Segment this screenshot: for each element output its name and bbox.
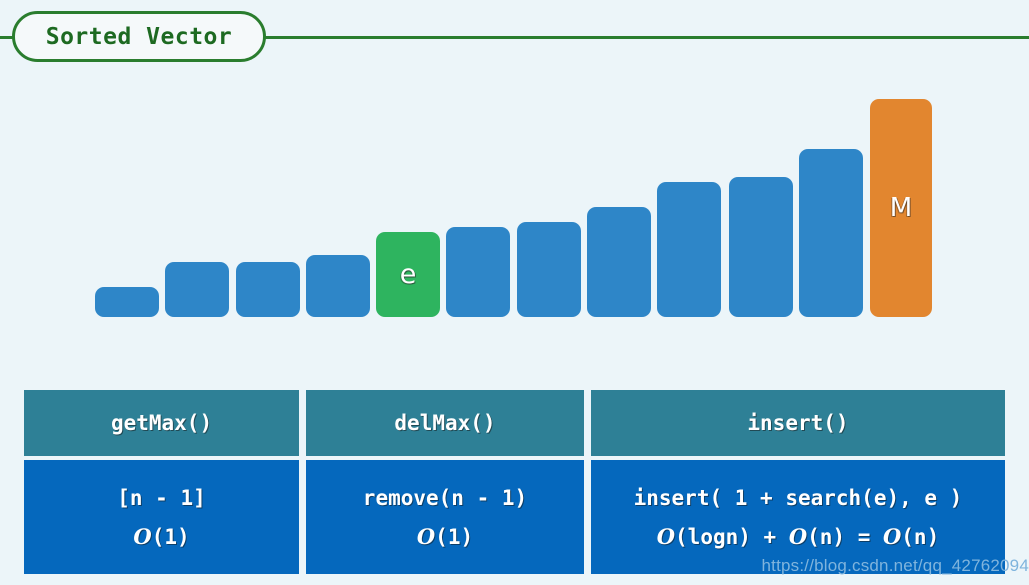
bar-5 xyxy=(446,227,510,317)
table-header-delmax-label: delMax() xyxy=(394,411,496,435)
table-header-getmax: getMax() xyxy=(24,390,300,456)
big-o-symbol: O xyxy=(788,523,808,549)
title-badge: Sorted Vector xyxy=(12,11,266,62)
insert-complexity-part3: (n) xyxy=(901,524,940,549)
bar-10 xyxy=(799,149,863,317)
insert-complexity-part2: (n) = xyxy=(807,524,883,549)
insert-complexity-part1: (logn) + xyxy=(675,524,789,549)
column-divider xyxy=(299,390,306,456)
getmax-expression: [n - 1] xyxy=(117,485,206,510)
table-header-row: getMax() delMax() insert() xyxy=(24,390,1005,456)
column-divider xyxy=(584,390,591,456)
bar-M: M xyxy=(870,99,932,317)
delmax-complexity: O(1) xyxy=(417,524,473,549)
getmax-complexity-arg: (1) xyxy=(151,524,190,549)
bar-2 xyxy=(236,262,300,317)
table-header-insert-label: insert() xyxy=(747,411,849,435)
complexity-table: getMax() delMax() insert() [n - 1] O(1) … xyxy=(24,390,1005,574)
table-cell-getmax: [n - 1] O(1) xyxy=(24,460,300,574)
big-o-symbol: O xyxy=(416,523,436,549)
bar-9 xyxy=(729,177,793,317)
watermark: https://blog.csdn.net/qq_42762094 xyxy=(761,556,1029,575)
bar-e: e xyxy=(376,232,440,317)
page-title: Sorted Vector xyxy=(45,23,233,50)
delmax-expression: remove(n - 1) xyxy=(362,485,528,510)
big-o-symbol: O xyxy=(133,523,152,549)
column-divider xyxy=(584,460,591,574)
big-o-symbol: O xyxy=(656,523,676,549)
bar-chart: eM xyxy=(0,75,1029,365)
column-divider xyxy=(299,460,306,574)
bar-6 xyxy=(517,222,581,317)
delmax-complexity-arg: (1) xyxy=(435,524,474,549)
table-cell-delmax: remove(n - 1) O(1) xyxy=(305,460,584,574)
bar-label-e: e xyxy=(399,259,417,290)
big-o-symbol: O xyxy=(882,523,902,549)
table-header-insert: insert() xyxy=(590,390,1005,456)
insert-complexity: O(logn) + O(n) = O(n) xyxy=(657,524,939,549)
bar-0 xyxy=(95,287,159,317)
getmax-complexity: O(1) xyxy=(133,524,189,549)
bar-1 xyxy=(165,262,229,317)
header: Sorted Vector xyxy=(0,0,1029,75)
bar-8 xyxy=(657,182,721,317)
bar-7 xyxy=(587,207,651,317)
bar-3 xyxy=(306,255,370,317)
table-header-delmax: delMax() xyxy=(305,390,584,456)
insert-expression: insert( 1 + search(e), e ) xyxy=(633,485,963,510)
table-header-getmax-label: getMax() xyxy=(110,411,213,435)
bar-label-M: M xyxy=(889,193,913,223)
